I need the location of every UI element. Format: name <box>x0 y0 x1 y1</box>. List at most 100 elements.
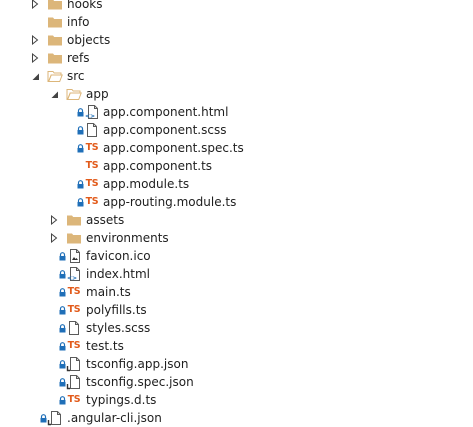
ts-icon: TS <box>84 194 100 210</box>
tree-item-label: styles.scss <box>86 321 151 335</box>
ts-icon: TS <box>84 176 100 192</box>
tree-item-app-module-ts[interactable]: TS app.module.ts <box>0 175 473 193</box>
expand-arrow-icon[interactable] <box>48 211 60 229</box>
lock-icon <box>58 247 66 265</box>
tree-item-tsconfig-app-json[interactable]: tsconfig.app.json <box>0 355 473 373</box>
tree-item-styles-scss[interactable]: styles.scss <box>0 319 473 337</box>
ts-icon-label: TS <box>67 304 81 315</box>
expand-arrow-icon[interactable] <box>29 0 41 13</box>
tree-item-label: polyfills.ts <box>86 303 147 317</box>
lock-icon <box>76 175 84 193</box>
tree-item-refs[interactable]: refs <box>0 49 473 67</box>
lock-icon <box>76 193 84 211</box>
json-file-icon <box>66 374 82 390</box>
html-file-icon: <> <box>84 104 100 120</box>
folder-icon <box>47 32 63 48</box>
tree-item-label: src <box>67 69 85 83</box>
tree-item-app[interactable]: app <box>0 85 473 103</box>
tree-item-app-routing-module-ts[interactable]: TS app-routing.module.ts <box>0 193 473 211</box>
tree-item-typings-d-ts[interactable]: TS typings.d.ts <box>0 391 473 409</box>
tree-item-label: assets <box>86 213 125 227</box>
ts-icon-label: TS <box>85 160 99 171</box>
tree-item-test-ts[interactable]: TS test.ts <box>0 337 473 355</box>
ts-icon-label: TS <box>85 196 99 207</box>
tree-item-label: objects <box>67 33 111 47</box>
folder-icon <box>47 14 63 30</box>
ts-icon: TS <box>84 140 100 156</box>
folder-open-icon <box>47 68 63 84</box>
expand-arrow-icon[interactable] <box>29 49 41 67</box>
lock-icon <box>76 103 84 121</box>
lock-icon <box>76 139 84 157</box>
image-file-icon <box>66 248 82 264</box>
tree-item-label: environments <box>86 231 169 245</box>
tree-item-label: index.html <box>86 267 150 281</box>
lock-icon <box>58 337 66 355</box>
collapse-arrow-icon[interactable] <box>48 85 60 103</box>
tree-item-app-component-scss[interactable]: app.component.scss <box>0 121 473 139</box>
folder-icon <box>47 0 63 12</box>
collapse-arrow-icon[interactable] <box>29 67 41 85</box>
tree-item-polyfills-ts[interactable]: TS polyfills.ts <box>0 301 473 319</box>
file-icon <box>66 320 82 336</box>
tree-item-label: favicon.ico <box>86 249 151 263</box>
tree-item-label: test.ts <box>86 339 124 353</box>
ts-icon-label: TS <box>67 340 81 351</box>
ts-icon: TS <box>66 302 82 318</box>
tree-item-favicon-ico[interactable]: favicon.ico <box>0 247 473 265</box>
tree-item-label: info <box>67 15 90 29</box>
tree-item-info[interactable]: info <box>0 13 473 31</box>
tree-item-angular-cli-json[interactable]: .angular-cli.json <box>0 409 473 427</box>
lock-icon <box>39 409 47 427</box>
lock-icon <box>58 355 66 373</box>
ts-icon-label: TS <box>85 178 99 189</box>
ts-icon-label: TS <box>67 286 81 297</box>
tree-item-label: app.module.ts <box>103 177 190 191</box>
tree-item-label: app.component.scss <box>103 123 227 137</box>
svg-text:<>: <> <box>85 113 95 120</box>
folder-icon <box>66 212 82 228</box>
tree-item-app-component-html[interactable]: <> app.component.html <box>0 103 473 121</box>
tree-item-label: tsconfig.app.json <box>86 357 189 371</box>
folder-icon <box>66 230 82 246</box>
tree-item-label: app.component.ts <box>103 159 213 173</box>
tree-item-hooks[interactable]: hooks <box>0 0 473 13</box>
tree-item-app-component-ts[interactable]: TS app.component.ts <box>0 157 473 175</box>
tree-item-tsconfig-spec-json[interactable]: tsconfig.spec.json <box>0 373 473 391</box>
ts-icon-label: TS <box>85 142 99 153</box>
folder-open-icon <box>66 86 82 102</box>
json-file-icon <box>47 410 63 426</box>
tree-item-label: app.component.spec.ts <box>103 141 244 155</box>
tree-item-app-component-spec-ts[interactable]: TS app.component.spec.ts <box>0 139 473 157</box>
solution-explorer-tree: hooks info objects refs src app <> app.componen… <box>0 0 473 427</box>
lock-icon <box>58 391 66 409</box>
tree-item-label: hooks <box>67 0 103 11</box>
lock-icon <box>58 319 66 337</box>
file-icon <box>84 122 100 138</box>
tree-item-label: main.ts <box>86 285 131 299</box>
tree-item-objects[interactable]: objects <box>0 31 473 49</box>
svg-text:<>: <> <box>67 275 77 282</box>
tree-item-label: tsconfig.spec.json <box>86 375 194 389</box>
tree-item-label: app-routing.module.ts <box>103 195 237 209</box>
tree-item-environments[interactable]: environments <box>0 229 473 247</box>
tree-item-label: app.component.html <box>103 105 229 119</box>
ts-icon: TS <box>66 392 82 408</box>
tree-item-assets[interactable]: assets <box>0 211 473 229</box>
tree-item-index-html[interactable]: <> index.html <box>0 265 473 283</box>
ts-icon: TS <box>66 284 82 300</box>
expand-arrow-icon[interactable] <box>29 31 41 49</box>
tree-item-label: typings.d.ts <box>86 393 157 407</box>
lock-icon <box>58 373 66 391</box>
tree-item-label: app <box>86 87 109 101</box>
tree-item-label: refs <box>67 51 90 65</box>
lock-icon <box>76 121 84 139</box>
tree-item-main-ts[interactable]: TS main.ts <box>0 283 473 301</box>
folder-icon <box>47 50 63 66</box>
tree-item-src[interactable]: src <box>0 67 473 85</box>
ts-icon: TS <box>66 338 82 354</box>
expand-arrow-icon[interactable] <box>48 229 60 247</box>
json-file-icon <box>66 356 82 372</box>
html-file-icon: <> <box>66 266 82 282</box>
lock-icon <box>58 301 66 319</box>
